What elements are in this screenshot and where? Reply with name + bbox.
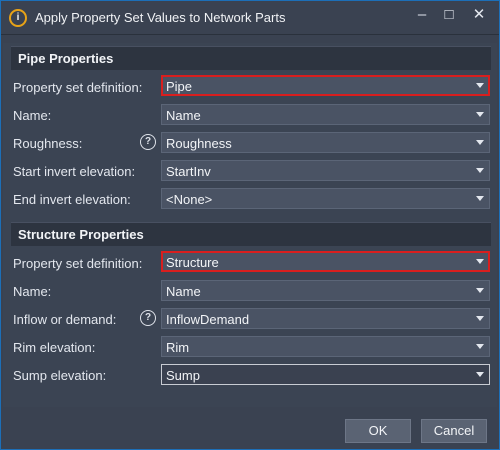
chevron-down-icon: [476, 316, 484, 321]
dropdown-value: Roughness: [166, 136, 232, 151]
structure-name-label: Name:: [13, 284, 52, 299]
structure-rim-dropdown[interactable]: Rim: [161, 336, 490, 357]
chevron-down-icon: [476, 259, 484, 264]
dialog-body: Pipe Properties Property set definition:…: [3, 43, 497, 407]
dropdown-value: Rim: [166, 340, 190, 355]
chevron-down-icon: [476, 372, 484, 377]
maximize-button[interactable]: □: [433, 1, 465, 31]
dropdown-value: <None>: [166, 192, 213, 207]
chevron-down-icon: [476, 83, 484, 88]
dropdown-value: Name: [166, 108, 201, 123]
chevron-down-icon: [476, 112, 484, 117]
pipe-name-label: Name:: [13, 108, 52, 123]
pipe-start-invert-label: Start invert elevation:: [13, 164, 136, 179]
structure-property-set-dropdown[interactable]: Structure: [161, 251, 490, 272]
dropdown-value: InflowDemand: [166, 312, 250, 327]
dialog-window: i Apply Property Set Values to Network P…: [0, 0, 500, 450]
pipe-start-invert-dropdown[interactable]: StartInv: [161, 160, 490, 181]
dropdown-value: Pipe: [166, 79, 193, 94]
chevron-down-icon: [476, 344, 484, 349]
chevron-down-icon: [476, 168, 484, 173]
cancel-button[interactable]: Cancel: [421, 419, 487, 443]
dropdown-value: StartInv: [166, 164, 211, 179]
structure-property-set-label: Property set definition:: [13, 256, 143, 271]
pipe-name-dropdown[interactable]: Name: [161, 104, 490, 125]
title-bar: i Apply Property Set Values to Network P…: [1, 1, 499, 35]
window-title: Apply Property Set Values to Network Par…: [35, 10, 286, 25]
structure-inflow-dropdown[interactable]: InflowDemand: [161, 308, 490, 329]
chevron-down-icon: [476, 288, 484, 293]
structure-properties-header: Structure Properties: [11, 222, 491, 246]
pipe-end-invert-dropdown[interactable]: <None>: [161, 188, 490, 209]
pipe-property-set-label: Property set definition:: [13, 80, 143, 95]
pipe-end-invert-label: End invert elevation:: [13, 192, 131, 207]
ok-button[interactable]: OK: [345, 419, 411, 443]
pipe-roughness-dropdown[interactable]: Roughness: [161, 132, 490, 153]
chevron-down-icon: [476, 140, 484, 145]
chevron-down-icon: [476, 196, 484, 201]
structure-sump-label: Sump elevation:: [13, 368, 107, 383]
structure-rim-label: Rim elevation:: [13, 340, 96, 355]
app-logo-icon: i: [9, 9, 27, 27]
dialog-footer: OK Cancel: [1, 411, 499, 449]
help-icon[interactable]: ?: [140, 134, 156, 150]
pipe-properties-header: Pipe Properties: [11, 46, 491, 70]
structure-sump-dropdown[interactable]: Sump: [161, 364, 490, 385]
close-button[interactable]: ✕: [463, 1, 495, 31]
structure-name-dropdown[interactable]: Name: [161, 280, 490, 301]
dropdown-value: Name: [166, 284, 201, 299]
structure-inflow-label: Inflow or demand:: [13, 312, 117, 327]
dropdown-value: Structure: [166, 255, 219, 270]
help-icon[interactable]: ?: [140, 310, 156, 326]
pipe-roughness-label: Roughness:: [13, 136, 83, 151]
pipe-property-set-dropdown[interactable]: Pipe: [161, 75, 490, 96]
dropdown-value: Sump: [166, 368, 200, 383]
